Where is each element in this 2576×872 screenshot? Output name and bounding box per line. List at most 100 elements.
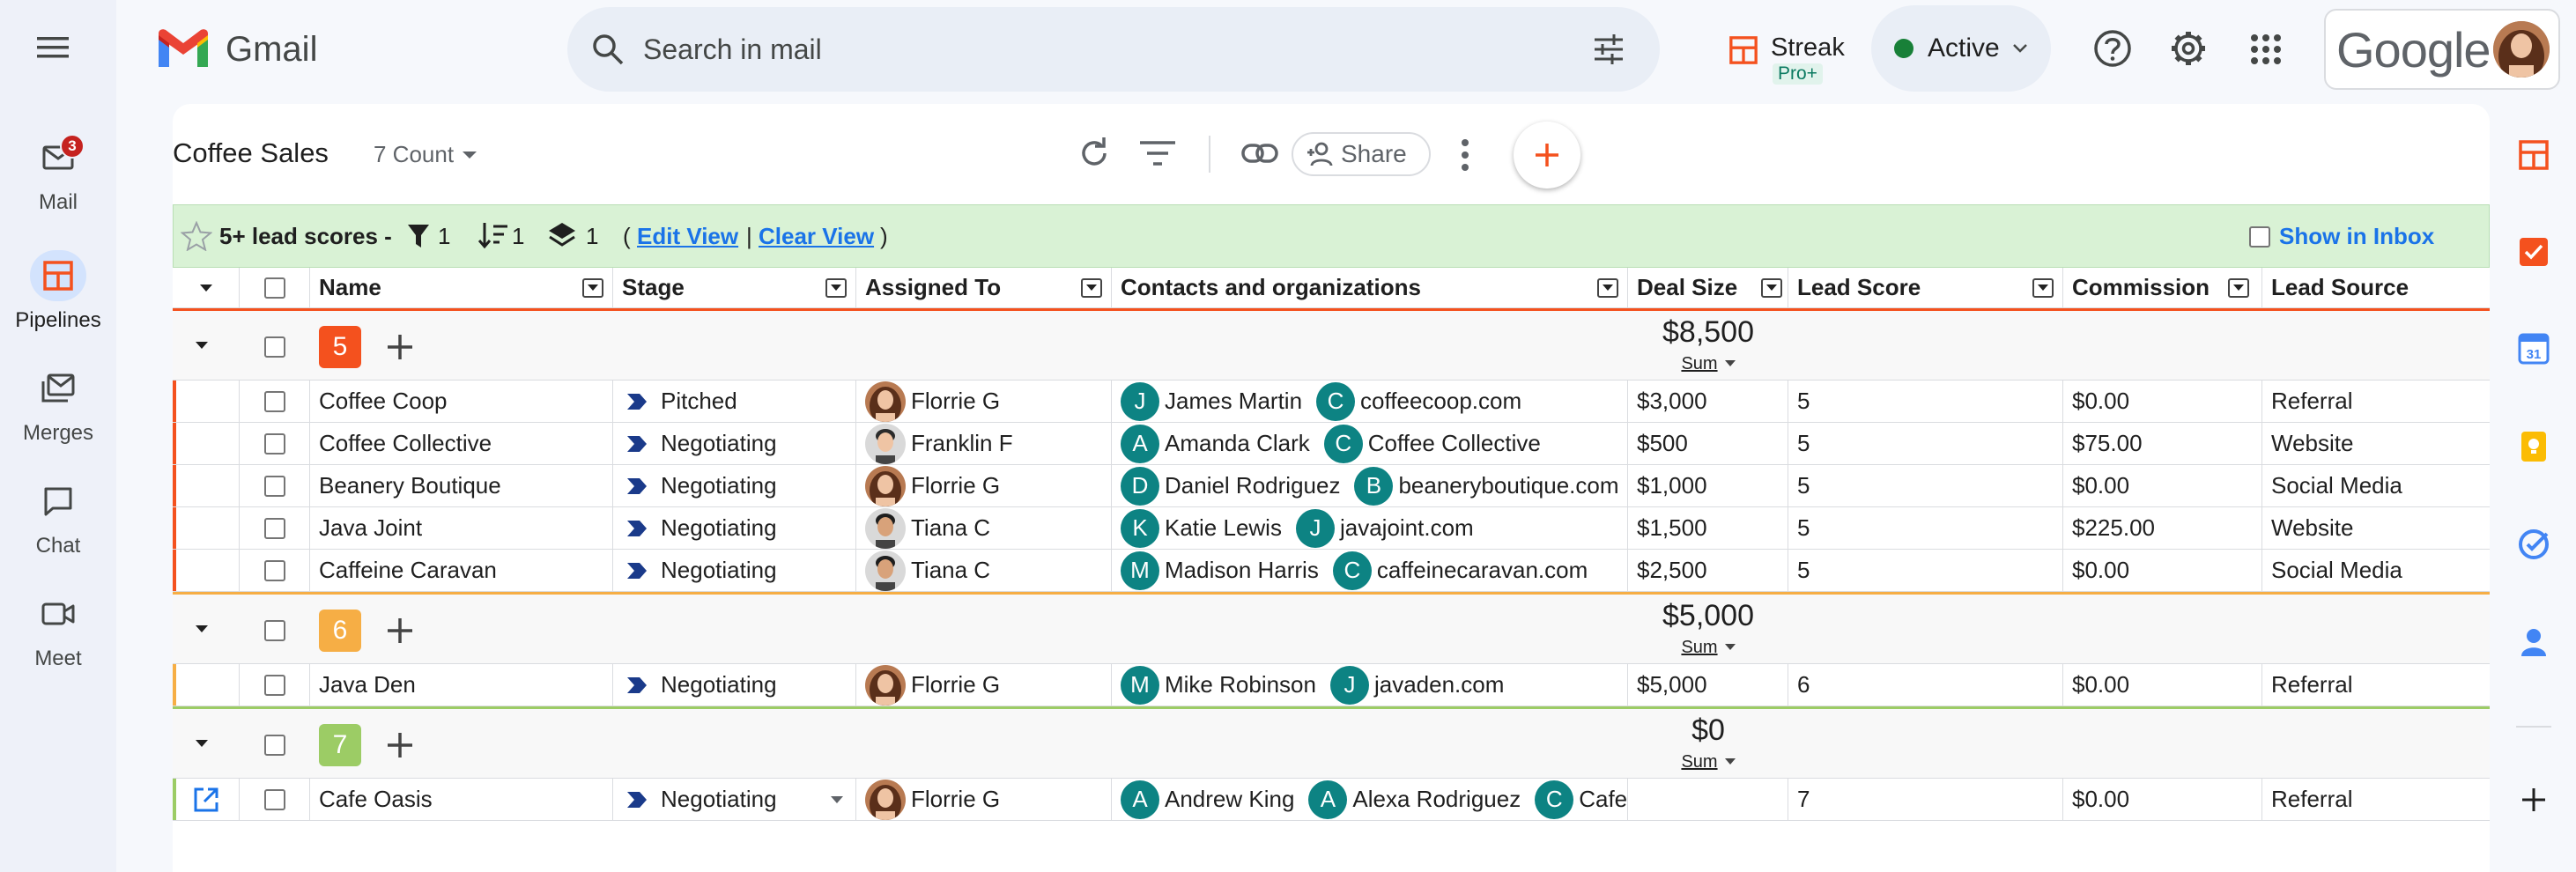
cell-assigned[interactable]: Florrie G — [856, 779, 1112, 820]
cell-contacts[interactable]: M Madison Harris Ccaffeinecaravan.com — [1112, 550, 1628, 591]
cell-source[interactable]: Website — [2262, 507, 2490, 549]
cell-assigned[interactable]: Florrie G — [856, 381, 1112, 422]
column-header-contacts[interactable]: Contacts and organizations — [1112, 268, 1628, 307]
group-select-checkbox[interactable] — [264, 735, 285, 756]
settings-button[interactable] — [2167, 25, 2210, 72]
cell-commission[interactable]: $0.00 — [2063, 779, 2262, 820]
show-in-inbox-checkbox[interactable] — [2249, 226, 2270, 248]
star-icon[interactable] — [181, 221, 212, 251]
cell-source[interactable]: Social Media — [2262, 465, 2490, 506]
get-addons-plus-icon[interactable] — [2520, 786, 2548, 814]
more-vert-icon[interactable] — [1459, 137, 1471, 173]
table-row[interactable]: Java Den Negotiating Florrie G M Mike Robins… — [173, 664, 2490, 706]
row-checkbox[interactable] — [263, 674, 285, 696]
cell-commission[interactable]: $225.00 — [2063, 507, 2262, 549]
cell-contacts[interactable]: A Andrew King A Alexa Rodriguez C Cafe — [1112, 779, 1628, 820]
cell-commission[interactable]: $0.00 — [2063, 381, 2262, 422]
gmail-logo[interactable]: Gmail — [155, 25, 317, 74]
table-row[interactable]: Beanery Boutique Negotiating Florrie G D Dan… — [173, 465, 2490, 507]
row-checkbox[interactable] — [263, 475, 285, 497]
collapse-all-cell[interactable] — [173, 268, 240, 307]
cell-assigned[interactable]: Tiana C — [856, 507, 1112, 549]
cell-stage[interactable]: Negotiating — [613, 550, 856, 591]
cell-sel[interactable] — [240, 423, 310, 464]
group-collapse-toggle[interactable] — [173, 595, 208, 663]
cell-contacts[interactable]: D Daniel Rodriguez Bbeaneryboutique.com — [1112, 465, 1628, 506]
cell-stage[interactable]: Negotiating — [613, 779, 856, 820]
link-icon[interactable] — [1240, 137, 1279, 169]
status-dropdown[interactable]: Active — [1871, 5, 2051, 92]
aggregate-dropdown[interactable]: Sum — [1628, 633, 1788, 659]
search-input[interactable] — [643, 25, 1524, 74]
contact-label[interactable]: Cafe — [1579, 786, 1627, 813]
group-select-checkbox[interactable] — [264, 336, 285, 358]
main-menu-button[interactable] — [35, 32, 78, 67]
search-icon[interactable] — [590, 32, 625, 67]
cell-name[interactable]: Caffeine Caravan — [310, 550, 613, 591]
cell-deal[interactable]: $3,000 — [1628, 381, 1788, 422]
add-box-to-group-button[interactable] — [384, 331, 416, 363]
cell-stage[interactable]: Negotiating — [613, 664, 856, 706]
table-row[interactable]: Coffee Collective Negotiating Franklin F AA… — [173, 423, 2490, 465]
google-tasks-icon[interactable] — [2518, 528, 2550, 560]
cell-contacts[interactable]: J James Martin Ccoffeecoop.com — [1112, 381, 1628, 422]
cell-source[interactable]: Website — [2262, 423, 2490, 464]
cell-source[interactable]: Referral — [2262, 381, 2490, 422]
cell-sel[interactable] — [240, 779, 310, 820]
cell-score[interactable]: 5 — [1788, 507, 2063, 549]
calendar-icon[interactable]: 31 — [2518, 333, 2550, 365]
cell-stage[interactable]: Negotiating — [613, 423, 856, 464]
cell-score[interactable]: 5 — [1788, 465, 2063, 506]
cell-score[interactable]: 6 — [1788, 664, 2063, 706]
google-apps-button[interactable] — [2245, 28, 2287, 70]
aggregate-dropdown[interactable]: Sum — [1628, 350, 1788, 375]
column-header-name[interactable]: Name — [310, 268, 613, 307]
add-box-to-group-button[interactable] — [384, 615, 416, 647]
table-row[interactable]: Coffee Coop Pitched Florrie G J James Martin… — [173, 381, 2490, 423]
cell-assigned[interactable]: Tiana C — [856, 550, 1112, 591]
row-checkbox[interactable] — [263, 788, 285, 810]
column-header-lead-source[interactable]: Lead Source — [2262, 268, 2490, 307]
cell-assigned[interactable]: Florrie G — [856, 465, 1112, 506]
column-menu-icon[interactable] — [1081, 277, 1102, 298]
cell-sel[interactable] — [240, 664, 310, 706]
column-menu-icon[interactable] — [582, 277, 603, 298]
cell-commission[interactable]: $0.00 — [2063, 664, 2262, 706]
cell-sel[interactable] — [240, 550, 310, 591]
column-menu-icon[interactable] — [2032, 277, 2054, 298]
google-account-button[interactable]: Google — [2324, 9, 2560, 90]
cell-assigned[interactable]: Franklin F — [856, 423, 1112, 464]
column-header-deal-size[interactable]: Deal Size — [1628, 268, 1788, 307]
cell-contacts[interactable]: K Katie Lewis Jjavajoint.com — [1112, 507, 1628, 549]
cell-score[interactable]: 5 — [1788, 423, 2063, 464]
cell-name[interactable]: Java Den — [310, 664, 613, 706]
add-box-to-group-button[interactable] — [384, 729, 416, 761]
column-menu-icon[interactable] — [825, 277, 847, 298]
open-in-new-icon[interactable] — [192, 786, 220, 814]
column-header-lead-score[interactable]: Lead Score — [1788, 268, 2063, 307]
contact-label[interactable]: coffeecoop.com — [1360, 388, 1521, 415]
contact-label[interactable]: Katie Lewis — [1165, 514, 1282, 542]
streak-button[interactable]: Streak Pro+ — [1725, 30, 1848, 88]
cell-score[interactable]: 7 — [1788, 779, 2063, 820]
column-menu-icon[interactable] — [2228, 277, 2249, 298]
cell-source[interactable]: Referral — [2262, 779, 2490, 820]
cell-deal[interactable]: $1,500 — [1628, 507, 1788, 549]
aggregate-dropdown[interactable]: Sum — [1628, 748, 1788, 773]
cell-deal[interactable]: $1,000 — [1628, 465, 1788, 506]
cell-score[interactable]: 5 — [1788, 381, 2063, 422]
cell-name[interactable]: Beanery Boutique — [310, 465, 613, 506]
contact-label[interactable]: caffeinecaravan.com — [1377, 557, 1588, 584]
row-checkbox[interactable] — [263, 517, 285, 539]
streak-side-icon[interactable] — [2518, 139, 2550, 171]
group-select-checkbox[interactable] — [264, 620, 285, 641]
cell-sel[interactable] — [240, 465, 310, 506]
cell-deal[interactable]: $500 — [1628, 423, 1788, 464]
cell-assigned[interactable]: Florrie G — [856, 664, 1112, 706]
cell-stage[interactable]: Pitched — [613, 381, 856, 422]
show-in-inbox-label[interactable]: Show in Inbox — [2279, 223, 2434, 250]
group-collapse-toggle[interactable] — [173, 709, 208, 778]
share-button[interactable]: Share — [1292, 132, 1431, 176]
column-header-commission[interactable]: Commission — [2063, 268, 2262, 307]
cell-commission[interactable]: $0.00 — [2063, 465, 2262, 506]
